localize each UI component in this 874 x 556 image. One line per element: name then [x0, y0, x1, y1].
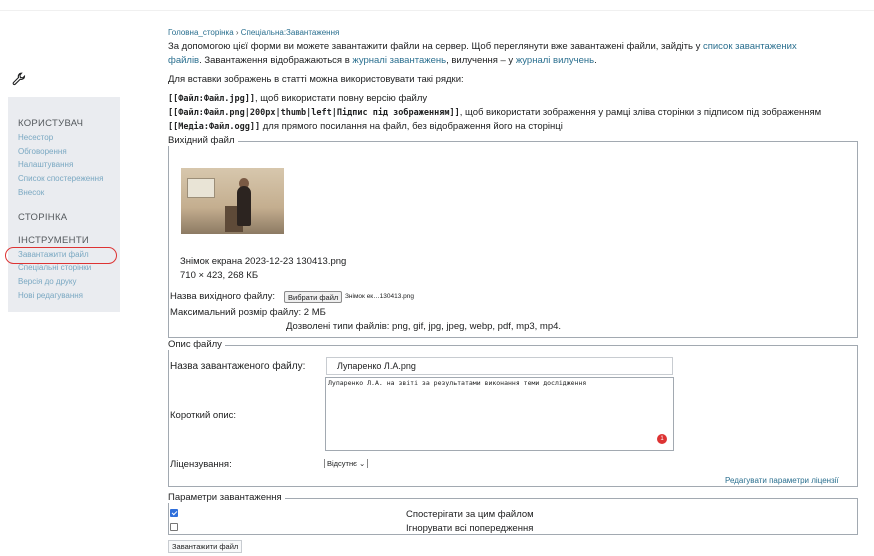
- watch-checkbox[interactable]: [170, 509, 178, 517]
- upload-file-button[interactable]: Завантажити файл: [168, 540, 243, 553]
- top-divider: [0, 10, 874, 11]
- sidebar-item-talk[interactable]: Обговорення: [18, 147, 67, 156]
- upload-log-link[interactable]: журналі завантажень: [352, 55, 446, 66]
- upload-options-legend: Параметри завантаження: [168, 492, 285, 503]
- summary-label: Короткий опис:: [170, 410, 237, 421]
- intro-text-1: За допомогою цієї форми ви можете завант…: [168, 41, 703, 52]
- license-label: Ліцензування:: [170, 459, 232, 470]
- highlight-oval: [5, 247, 117, 264]
- breadcrumb-separator: ›: [233, 28, 241, 37]
- choose-file-button[interactable]: Вибрати файл: [284, 291, 343, 303]
- uploaded-files-link[interactable]: список завантажених: [703, 41, 797, 52]
- syntax-desc-1: , щоб використати повну версію файлу: [255, 93, 428, 104]
- syntax-desc-3: для прямого посилання на файл, без відоб…: [260, 121, 563, 132]
- ignore-warnings-label: Ігнорувати всі попередження: [406, 523, 534, 534]
- syntax-code-3: [[Медіа:Файл.ogg]]: [168, 122, 261, 132]
- summary-textarea[interactable]: Лупаренко Л.А. на звіті за результатами …: [325, 377, 674, 451]
- insert-hint: Для вставки зображень в статті можна вик…: [168, 74, 464, 85]
- breadcrumb-current[interactable]: Спеціальна:Завантаження: [241, 28, 340, 37]
- breadcrumb-home-link[interactable]: Головна_сторінка: [168, 28, 234, 37]
- chosen-file-name: Знімок ек…130413.png: [345, 293, 414, 300]
- source-file-label: Назва вихідного файлу:: [170, 291, 276, 302]
- sidebar-item-recent-changes[interactable]: Нові редагування: [18, 291, 83, 300]
- sidebar-item-watchlist[interactable]: Список спостереження: [18, 174, 103, 183]
- intro-text-2: . Завантаження відображаються в: [199, 55, 353, 66]
- license-select[interactable]: Відсутнє ⌄: [324, 459, 369, 468]
- file-meta: 710 × 423, 268 КБ: [180, 270, 259, 281]
- wrench-icon[interactable]: [12, 72, 26, 86]
- ignore-warnings-checkbox[interactable]: [170, 523, 178, 531]
- intro-text-4: .: [594, 55, 597, 66]
- summary-value: Лупаренко Л.А. на звіті за результатами …: [328, 379, 587, 387]
- sidebar-item-special-pages[interactable]: Спеціальні сторінки: [18, 263, 91, 272]
- syntax-code-1: [[Файл:Файл.jpg]]: [168, 94, 255, 104]
- syntax-code-2: [[Файл:Файл.png|200px|thumb|left|Підпис …: [168, 108, 460, 118]
- file-description-fieldset: Опис файлу Назва завантаженого файлу: Лу…: [168, 339, 858, 487]
- dest-filename-input[interactable]: Лупаренко Л.А.png: [326, 357, 673, 375]
- syntax-line-3: [[Медіа:Файл.ogg]] для прямого посилання…: [168, 121, 563, 132]
- max-size: Максимальний розмір файлу: 2 МБ: [170, 307, 326, 318]
- syntax-line-2: [[Файл:Файл.png|200px|thumb|left|Підпис …: [168, 107, 821, 118]
- file-description-legend: Опис файлу: [168, 339, 225, 350]
- sidebar-item-contributions[interactable]: Внесок: [18, 188, 44, 197]
- intro-text-3: , вилучення – у: [446, 55, 516, 66]
- sidebar-heading-user: КОРИСТУВАЧ: [18, 118, 84, 129]
- intro-line-1: За допомогою цієї форми ви можете завант…: [168, 41, 797, 52]
- sidebar-heading-tools: ІНСТРУМЕНТИ: [18, 235, 90, 246]
- deletion-log-link[interactable]: журналі вилучень: [516, 55, 594, 66]
- breadcrumb: Головна_сторінка › Спеціальна:Завантажен…: [168, 28, 339, 37]
- syntax-desc-2: , щоб використати зображення у рамці злі…: [459, 107, 822, 118]
- dest-filename-value: Лупаренко Л.А.png: [337, 361, 416, 371]
- sidebar-item-printable[interactable]: Версія до друку: [18, 277, 77, 286]
- sidebar-heading-page: СТОРІНКА: [18, 212, 68, 223]
- file-name: Знімок екрана 2023-12-23 130413.png: [180, 256, 347, 267]
- intro-line-2: файлів. Завантаження відображаються в жу…: [168, 55, 597, 66]
- allowed-types: Дозволені типи файлів: png, gif, jpg, jp…: [286, 321, 562, 332]
- license-select-value: Відсутнє: [327, 459, 357, 468]
- chevron-down-icon: ⌄: [359, 459, 366, 468]
- dest-filename-label: Назва завантаженого файлу:: [170, 361, 306, 372]
- sidebar-item-preferences[interactable]: Налаштування: [18, 160, 73, 169]
- edit-license-link[interactable]: Редагувати параметри ліцензії: [725, 476, 839, 485]
- watch-label: Спостерігати за цим файлом: [406, 509, 534, 520]
- spellcheck-badge[interactable]: 1: [657, 434, 667, 444]
- syntax-line-1: [[Файл:Файл.jpg]], щоб використати повну…: [168, 93, 427, 104]
- sidebar: КОРИСТУВАЧ Несестор Обговорення Налаштув…: [8, 97, 120, 312]
- source-file-fieldset: Вихідний файл Знімок екрана 2023-12-23 1…: [168, 135, 858, 338]
- sidebar-item-username[interactable]: Несестор: [18, 133, 53, 142]
- source-file-legend: Вихідний файл: [168, 135, 238, 146]
- uploaded-files-link-cont[interactable]: файлів: [168, 55, 199, 66]
- file-thumbnail: [181, 168, 284, 234]
- upload-options-fieldset: Параметри завантаження Спостерігати за ц…: [168, 492, 858, 535]
